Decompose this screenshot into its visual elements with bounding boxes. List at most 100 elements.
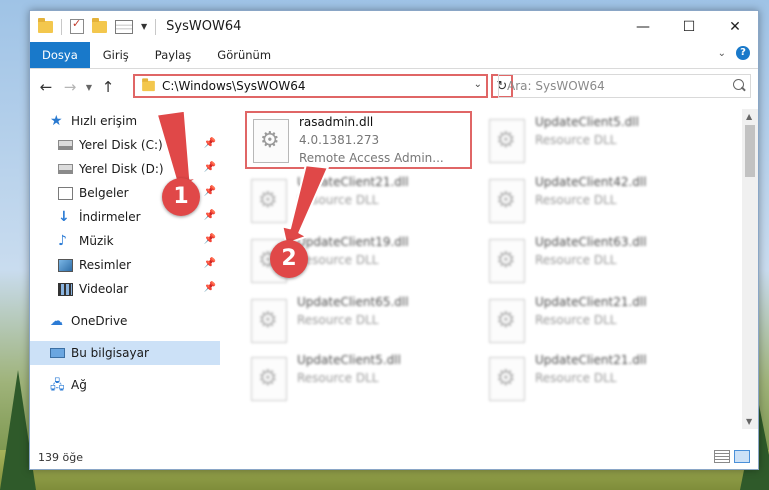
sidebar-item-videos[interactable]: Videolar 📌: [30, 277, 220, 301]
tab-home[interactable]: Giriş: [90, 42, 142, 68]
file-type: Resource DLL: [297, 253, 379, 267]
search-icon: [733, 79, 744, 90]
back-arrow-icon[interactable]: ←: [34, 78, 58, 96]
dll-file-icon: [489, 179, 525, 223]
maximize-button[interactable]: ☐: [666, 11, 712, 42]
sidebar-item-label: Bu bilgisayar: [71, 346, 149, 360]
folder-icon: [142, 78, 155, 92]
file-name: rasadmin.dll: [299, 115, 374, 129]
sidebar-item-label: Hızlı erişim: [71, 114, 138, 128]
new-folder-icon[interactable]: [92, 17, 107, 33]
drive-icon: [58, 140, 73, 150]
file-type: Resource DLL: [535, 313, 617, 327]
close-button[interactable]: ✕: [712, 11, 758, 42]
file-name: UpdateClient63.dll: [535, 235, 647, 249]
sidebar-item-music[interactable]: ♪ Müzik 📌: [30, 229, 220, 253]
pin-icon: 📌: [203, 186, 216, 197]
dll-file-icon: [489, 299, 525, 343]
network-icon: 🖧: [50, 377, 65, 393]
address-bar[interactable]: C:\Windows\SysWOW64 ⌄: [133, 74, 488, 98]
dll-file-icon: [251, 179, 287, 223]
title-bar: ▼ SysWOW64 — ☐ ✕: [30, 11, 758, 42]
dll-file-icon: [489, 239, 525, 283]
sidebar-item-local-disk-c[interactable]: Yerel Disk (C:) 📌: [30, 133, 220, 157]
tab-view[interactable]: Görünüm: [204, 42, 284, 68]
sidebar-item-this-pc[interactable]: Bu bilgisayar: [30, 341, 220, 365]
expand-ribbon-icon[interactable]: ⌄: [718, 48, 726, 59]
file-item[interactable]: UpdateClient63.dll Resource DLL: [483, 233, 713, 291]
file-type: Resource DLL: [535, 253, 617, 267]
file-item-rasadmin[interactable]: rasadmin.dll 4.0.1381.273 Remote Access …: [245, 111, 472, 169]
customize-dropdown-icon[interactable]: ▼: [141, 22, 147, 31]
file-type: Resource DLL: [535, 193, 617, 207]
ribbon-right: ⌄ ?: [718, 46, 750, 60]
item-count: 139 öğe: [38, 450, 83, 464]
file-item[interactable]: UpdateClient5.dll Resource DLL: [245, 351, 475, 409]
file-name: UpdateClient19.dll: [297, 235, 409, 249]
step-2-badge: 2: [270, 240, 308, 278]
sidebar-item-onedrive[interactable]: ☁ OneDrive: [30, 309, 220, 333]
divider: [155, 18, 157, 35]
navigation-pane: ★ Hızlı erişim Yerel Disk (C:) 📌 Yerel D…: [30, 109, 220, 429]
documents-icon: [58, 186, 73, 200]
details-view-icon[interactable]: [714, 450, 730, 463]
sidebar-item-pictures[interactable]: Resimler 📌: [30, 253, 220, 277]
file-name: UpdateClient5.dll: [535, 115, 639, 129]
file-item[interactable]: UpdateClient65.dll Resource DLL: [245, 293, 475, 351]
pictures-icon: [58, 258, 73, 272]
file-name: UpdateClient42.dll: [535, 175, 647, 189]
file-type: Resource DLL: [535, 371, 617, 385]
file-item[interactable]: UpdateClient21.dll Resource DLL: [483, 293, 713, 351]
file-version: 4.0.1381.273: [299, 133, 380, 147]
chevron-down-icon[interactable]: ⌄: [474, 79, 482, 90]
tab-share[interactable]: Paylaş: [142, 42, 205, 68]
step-1-badge: 1: [162, 178, 200, 216]
up-arrow-icon[interactable]: ↑: [96, 78, 120, 96]
sidebar-item-quick-access[interactable]: ★ Hızlı erişim: [30, 109, 220, 133]
pin-icon: 📌: [203, 282, 216, 293]
sidebar-item-label: OneDrive: [71, 314, 128, 328]
pin-icon: 📌: [203, 138, 216, 149]
pin-icon: 📌: [203, 258, 216, 269]
sidebar-item-label: Videolar: [79, 282, 129, 296]
search-placeholder: Ara: SysWOW64: [507, 79, 605, 93]
sidebar-item-label: Belgeler: [79, 186, 129, 200]
forward-arrow-icon[interactable]: →: [58, 78, 82, 96]
dll-file-icon: [489, 357, 525, 401]
help-icon[interactable]: ?: [736, 46, 750, 60]
file-item[interactable]: UpdateClient21.dll Resource DLL: [483, 351, 713, 409]
file-name: UpdateClient21.dll: [535, 353, 647, 367]
folder-icon: [38, 17, 53, 33]
file-item[interactable]: UpdateClient5.dll Resource DLL: [483, 113, 713, 171]
tab-file[interactable]: Dosya: [30, 42, 90, 68]
pin-icon: 📌: [203, 162, 216, 173]
scroll-up-icon[interactable]: ▲: [746, 112, 752, 121]
sidebar-item-label: İndirmeler: [79, 210, 141, 224]
file-description: Remote Access Admin...: [299, 151, 444, 165]
recent-locations-icon[interactable]: ▼: [82, 83, 96, 92]
divider: [61, 18, 62, 35]
minimize-button[interactable]: —: [620, 11, 666, 42]
downloads-icon: ↓: [58, 208, 70, 225]
properties-icon[interactable]: [115, 19, 133, 34]
explorer-window: ▼ SysWOW64 — ☐ ✕ Dosya Giriş Paylaş Görü…: [29, 10, 759, 470]
file-item[interactable]: UpdateClient42.dll Resource DLL: [483, 173, 713, 231]
file-type: Resource DLL: [297, 193, 379, 207]
pin-icon: 📌: [203, 210, 216, 221]
cloud-icon: ☁: [50, 313, 63, 329]
sidebar-item-network[interactable]: 🖧 Ağ: [30, 373, 220, 397]
tiles-view-icon[interactable]: [734, 450, 750, 463]
file-item[interactable]: UpdateClient21.dll Resource DLL: [245, 173, 475, 231]
properties-check-icon[interactable]: [70, 17, 84, 34]
vertical-scrollbar[interactable]: ▲ ▼: [742, 109, 758, 429]
file-type: Resource DLL: [297, 313, 379, 327]
scroll-down-icon[interactable]: ▼: [746, 417, 752, 426]
sidebar-item-local-disk-d[interactable]: Yerel Disk (D:) 📌: [30, 157, 220, 181]
search-input[interactable]: Ara: SysWOW64: [498, 74, 751, 98]
dll-file-icon: [251, 357, 287, 401]
quick-access-toolbar: ▼: [38, 17, 157, 35]
pin-icon: 📌: [203, 234, 216, 245]
scroll-thumb[interactable]: [745, 125, 755, 177]
file-name: UpdateClient65.dll: [297, 295, 409, 309]
star-icon: ★: [50, 112, 63, 129]
